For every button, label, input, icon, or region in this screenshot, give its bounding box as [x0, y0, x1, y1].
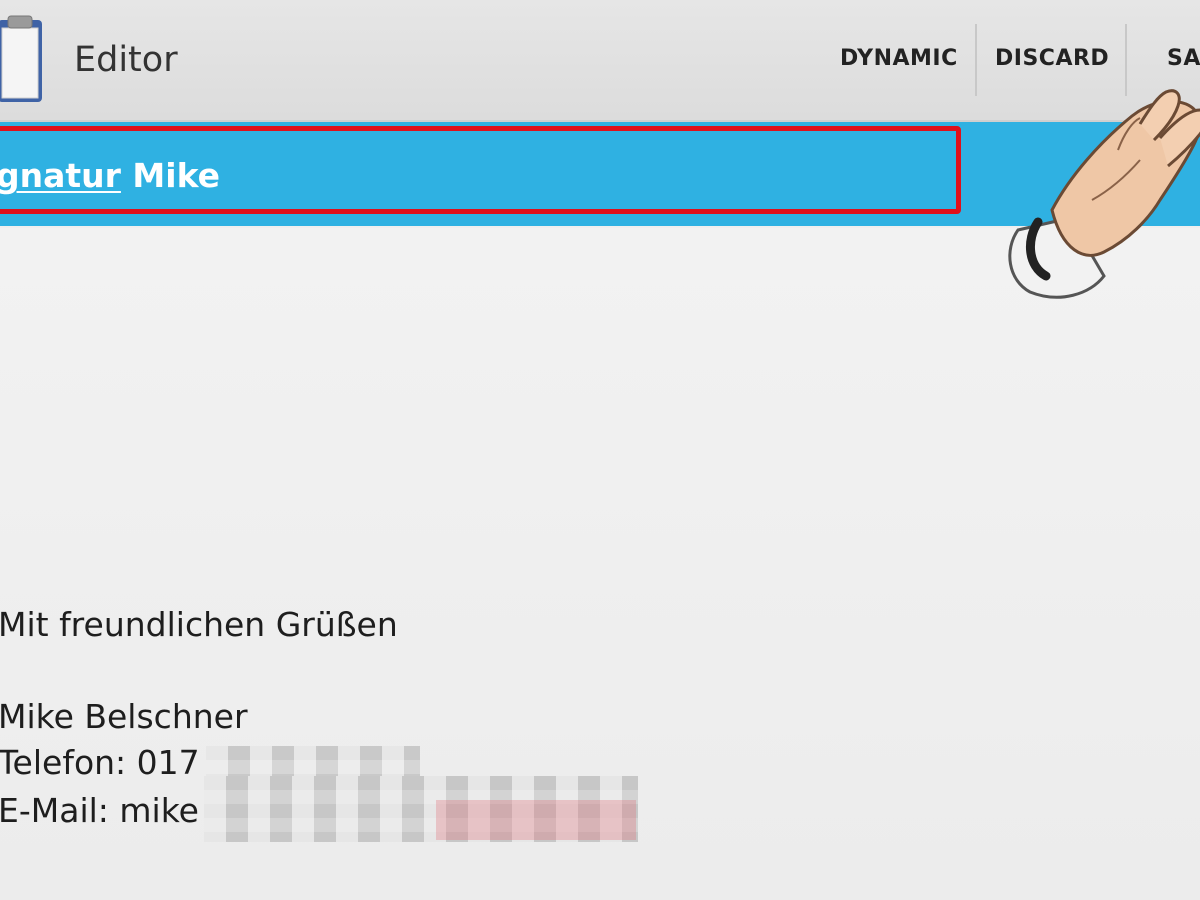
discard-button[interactable]: DISCARD [995, 44, 1109, 74]
subject-underlined-word: gnatur [0, 156, 121, 195]
subject-rest: Mike [120, 156, 221, 195]
subject-field[interactable]: gnatur Mike [0, 154, 220, 198]
email-line: E-Mail: mike [0, 791, 199, 830]
action-divider [975, 24, 977, 96]
name-line: Mike Belschner [0, 697, 248, 736]
editor-screen: Editor DYNAMIC DISCARD SA gnatur Mike Mi… [0, 0, 1200, 900]
redacted-email-tint [436, 800, 636, 840]
greeting-line: Mit freundlichen Grüßen [0, 605, 398, 644]
app-title: Editor [74, 40, 178, 80]
hand-pointer-icon [1008, 89, 1200, 299]
clipboard-icon [0, 15, 42, 102]
dynamic-button[interactable]: DYNAMIC [840, 44, 958, 74]
phone-line: Telefon: 017 [0, 743, 200, 782]
save-button[interactable]: SA [1167, 44, 1200, 74]
